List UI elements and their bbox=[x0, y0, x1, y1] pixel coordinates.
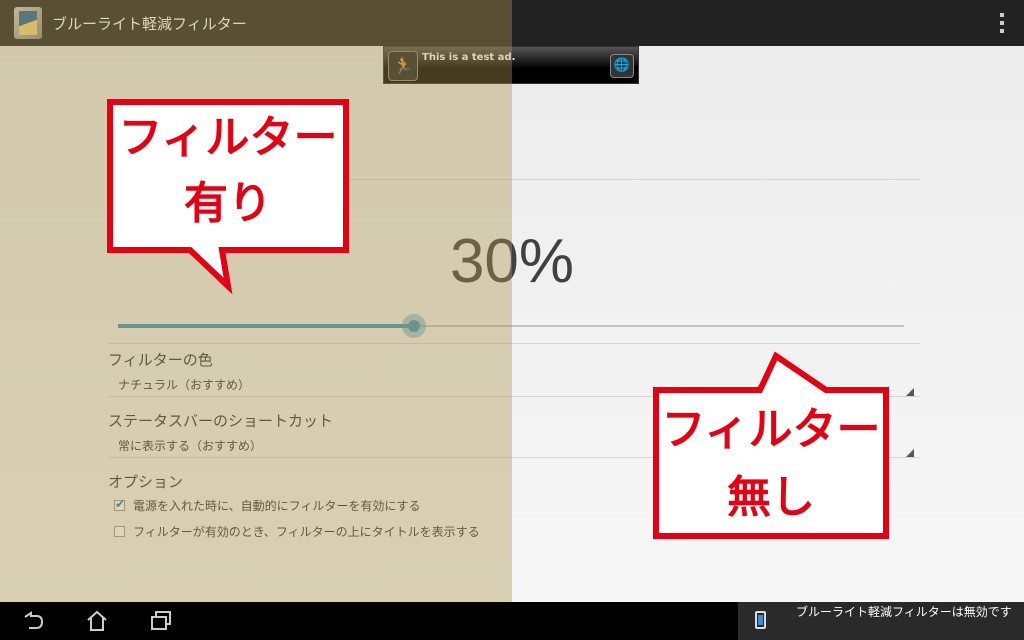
recent-apps-icon[interactable] bbox=[146, 608, 176, 634]
callout-with-filter-line1: フィルター bbox=[118, 112, 338, 163]
callout-without-filter-line2: 無し bbox=[727, 472, 815, 523]
callout-without-filter-line1: フィルター bbox=[661, 404, 881, 455]
home-icon[interactable] bbox=[82, 608, 112, 634]
phone-filter-icon bbox=[755, 611, 766, 629]
back-icon[interactable] bbox=[18, 608, 48, 634]
callout-with-filter-line2: 有り bbox=[184, 178, 272, 229]
status-notification[interactable]: ブルーライト軽減フィルターは無効です bbox=[738, 602, 1024, 640]
notification-text: ブルーライト軽減フィルターは無効です bbox=[796, 605, 1012, 619]
callouts-svg bbox=[107, 99, 889, 539]
